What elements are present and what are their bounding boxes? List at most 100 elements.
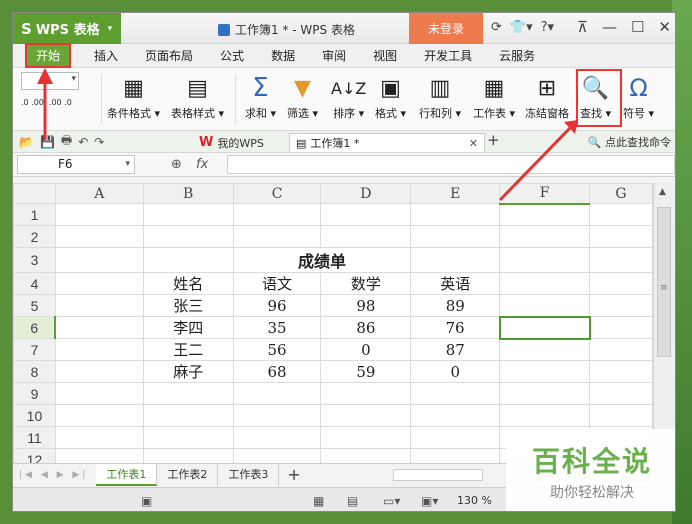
name-box[interactable]: F6 [17, 155, 135, 174]
command-search[interactable]: 🔍 点此查找命令 [588, 134, 671, 150]
tab-review[interactable]: 审阅 [322, 47, 346, 64]
zoom-level[interactable]: 130 % [457, 494, 492, 507]
data-cell[interactable]: 35 [232, 316, 322, 339]
row-header[interactable]: 2 [13, 225, 56, 248]
new-tab-button[interactable]: + [487, 131, 500, 149]
cell[interactable] [320, 404, 412, 427]
tab-my-wps[interactable]: W 我的WPS [193, 133, 270, 152]
login-button[interactable]: 未登录 [409, 13, 483, 44]
row-header[interactable]: 9 [13, 382, 56, 405]
cell[interactable] [499, 404, 591, 427]
row-header[interactable]: 10 [13, 404, 56, 427]
normal-view-icon[interactable]: ▦ [313, 494, 324, 508]
cell[interactable] [320, 203, 412, 226]
tab-workbook[interactable]: ▤ 工作簿1 * ✕ [289, 133, 485, 152]
cell[interactable] [499, 338, 591, 361]
data-cell[interactable]: 0 [320, 338, 412, 361]
cell[interactable] [54, 426, 144, 449]
undo-icon[interactable]: ↶ [78, 135, 88, 149]
cell[interactable] [54, 338, 144, 361]
minimize-button[interactable]: — [602, 18, 617, 36]
cell[interactable] [54, 203, 144, 226]
data-cell[interactable]: 76 [410, 316, 501, 339]
cell[interactable] [320, 426, 412, 449]
select-all-corner[interactable] [13, 183, 56, 204]
maximize-button[interactable]: ☐ [631, 18, 644, 36]
column-header[interactable]: A [54, 183, 144, 204]
worksheet-button[interactable]: ▦ 工作表 ▾ [473, 74, 515, 121]
row-header[interactable]: 7 [13, 338, 56, 361]
column-header[interactable]: F [499, 183, 591, 205]
page-layout-view-icon[interactable]: ▭▾ [383, 494, 400, 508]
cell[interactable] [499, 247, 591, 273]
format-button[interactable]: ▣ 格式 ▾ [375, 74, 406, 121]
data-cell[interactable]: 56 [232, 338, 322, 361]
scroll-thumb[interactable] [657, 207, 671, 357]
sum-button[interactable]: Σ 求和 ▾ [245, 73, 276, 121]
data-cell[interactable]: 87 [410, 338, 501, 361]
freeze-panes-button[interactable]: ⊞ 冻结窗格 [525, 74, 569, 121]
row-header[interactable]: 3 [13, 247, 56, 273]
formula-input[interactable] [227, 155, 675, 174]
data-cell[interactable]: 张三 [142, 294, 234, 317]
increase-decimal-button[interactable]: .0 .00 [21, 98, 44, 107]
cell[interactable] [54, 225, 144, 248]
tab-formula[interactable]: 公式 [220, 47, 244, 64]
reading-mode-icon[interactable]: ▣▾ [421, 494, 438, 508]
close-button[interactable]: ✕ [658, 18, 671, 36]
cell[interactable] [54, 316, 144, 339]
symbol-button[interactable]: Ω 符号 ▾ [623, 74, 654, 121]
sort-button[interactable]: A↓Z 排序 ▾ [331, 74, 366, 121]
decrease-decimal-button[interactable]: .00 .0 [49, 98, 72, 107]
cell[interactable] [142, 426, 234, 449]
row-header[interactable]: 11 [13, 426, 56, 449]
help-icon[interactable]: ?▾ [541, 20, 554, 35]
cell[interactable] [142, 382, 234, 405]
row-header[interactable]: 1 [13, 203, 56, 226]
cell[interactable] [499, 272, 591, 295]
data-cell[interactable]: 59 [320, 360, 412, 383]
app-menu-button[interactable]: S WPS 表格 ▾ [13, 13, 121, 44]
row-header[interactable]: 4 [13, 272, 56, 295]
data-cell[interactable]: 89 [410, 294, 501, 317]
zoom-icon[interactable]: ⊕ [171, 157, 182, 172]
tab-insert[interactable]: 插入 [94, 47, 118, 64]
restore-ribbon-icon[interactable]: ⊼ [577, 18, 588, 36]
cell[interactable] [142, 404, 234, 427]
cell[interactable] [142, 225, 234, 248]
cell[interactable] [410, 382, 501, 405]
tab-cloud[interactable]: 云服务 [499, 47, 535, 64]
data-cell[interactable]: 96 [232, 294, 322, 317]
cell[interactable] [589, 247, 653, 273]
row-header[interactable]: 5 [13, 294, 56, 317]
print-icon[interactable]: 🖶 [61, 131, 72, 152]
cell[interactable] [589, 382, 653, 405]
conditional-format-button[interactable]: ▦ 条件格式 ▾ [107, 74, 160, 121]
shirt-icon[interactable]: 👕▾ [510, 20, 533, 35]
cell[interactable] [320, 225, 412, 248]
page-break-view-icon[interactable]: ▤ [347, 494, 358, 508]
header-cell[interactable]: 英语 [410, 272, 501, 295]
selected-cell[interactable] [498, 315, 591, 340]
cell[interactable] [589, 272, 653, 295]
spreadsheet-grid[interactable]: A B C D E F G 1 2 3 成绩单 4 姓名 语文 数学 英语 5 … [13, 183, 653, 471]
data-cell[interactable]: 王二 [142, 338, 234, 361]
cell[interactable] [589, 225, 653, 248]
column-header[interactable]: D [320, 183, 412, 204]
cell[interactable] [410, 203, 501, 226]
row-header[interactable]: 6 [13, 316, 57, 339]
cell[interactable] [232, 203, 322, 226]
vertical-scrollbar[interactable]: ▲ ≡ [653, 183, 675, 463]
cell[interactable] [589, 338, 653, 361]
close-tab-icon[interactable]: ✕ [469, 137, 478, 150]
header-cell[interactable]: 数学 [320, 272, 412, 295]
fx-button[interactable]: fx [196, 157, 208, 172]
cell[interactable] [499, 203, 591, 226]
data-cell[interactable]: 98 [320, 294, 412, 317]
cell[interactable] [499, 225, 591, 248]
cell[interactable] [232, 382, 322, 405]
cell[interactable] [410, 247, 501, 273]
column-header[interactable]: E [410, 183, 501, 204]
cell[interactable] [142, 203, 234, 226]
tab-data[interactable]: 数据 [271, 47, 295, 64]
